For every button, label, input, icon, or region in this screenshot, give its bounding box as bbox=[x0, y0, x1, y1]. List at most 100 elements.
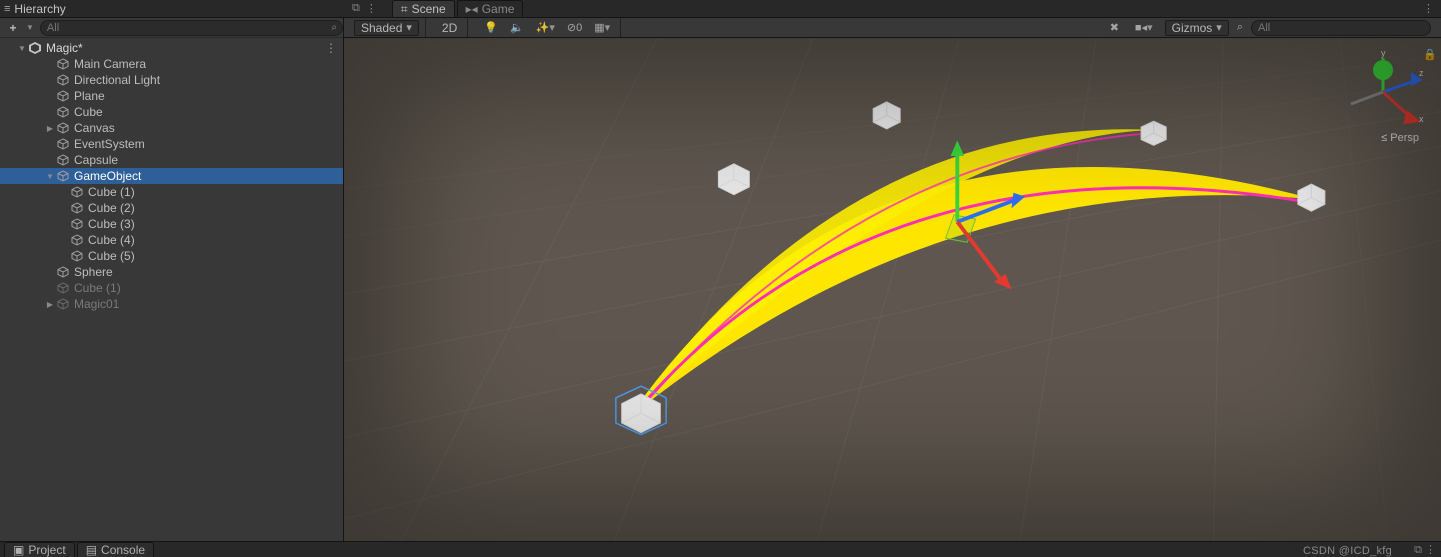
scene-search-input[interactable] bbox=[1251, 20, 1431, 36]
mode-2d-toggle[interactable]: 2D bbox=[438, 20, 461, 36]
gameobject-icon bbox=[56, 105, 70, 119]
gameobject-icon bbox=[56, 137, 70, 151]
gameobject-icon bbox=[56, 89, 70, 103]
expand-arrow-icon[interactable] bbox=[16, 43, 28, 53]
shaded-dropdown[interactable]: Shaded ▾ bbox=[354, 20, 419, 36]
lighting-toggle-icon[interactable]: 💡 bbox=[480, 20, 502, 36]
hierarchy-item-label: Cube bbox=[74, 105, 103, 119]
axis-y-label: y bbox=[1381, 50, 1386, 58]
hierarchy-item-label: Directional Light bbox=[74, 73, 160, 87]
game-icon: ▸◂ bbox=[466, 2, 478, 16]
hierarchy-row[interactable]: Cube (1) bbox=[0, 184, 343, 200]
hidden-count: 0 bbox=[576, 22, 582, 34]
grid-toggle-icon[interactable]: ▦▾ bbox=[590, 20, 614, 36]
create-button[interactable]: + bbox=[6, 21, 20, 35]
shaded-label: Shaded bbox=[361, 21, 402, 35]
hierarchy-tab[interactable]: ≡ Hierarchy bbox=[0, 0, 344, 17]
center-tabs: ⌗ Scene ▸◂ Game bbox=[386, 0, 1415, 17]
hierarchy-row[interactable]: Cube (1) bbox=[0, 280, 343, 296]
panel-popout-icon[interactable]: ⧉ bbox=[352, 2, 360, 15]
hierarchy-row[interactable]: Cube bbox=[0, 104, 343, 120]
gameobject-icon bbox=[56, 265, 70, 279]
hierarchy-row[interactable]: Magic01 bbox=[0, 296, 343, 312]
audio-toggle-icon[interactable]: 🔈 bbox=[506, 20, 528, 36]
hidden-objects-icon[interactable]: ⊘0 bbox=[563, 20, 586, 36]
hierarchy-tree[interactable]: Magic* ⋮Main CameraDirectional Light Plane… bbox=[0, 38, 343, 541]
panel-menu-icon[interactable]: ⋮ bbox=[366, 2, 376, 15]
hierarchy-item-label: Sphere bbox=[74, 265, 113, 279]
hierarchy-row[interactable]: Cube (5) bbox=[0, 248, 343, 264]
gameobject-icon bbox=[56, 153, 70, 167]
create-dropdown-icon[interactable]: ▼ bbox=[26, 23, 34, 32]
tab-project[interactable]: ▣ Project bbox=[4, 542, 75, 557]
hierarchy-row[interactable]: GameObject bbox=[0, 168, 343, 184]
hierarchy-item-label: EventSystem bbox=[74, 137, 145, 151]
lock-icon[interactable]: 🔒 bbox=[1423, 48, 1437, 61]
hierarchy-search-input[interactable] bbox=[40, 20, 343, 36]
hierarchy-row[interactable]: Sphere bbox=[0, 264, 343, 280]
hierarchy-item-label: Cube (2) bbox=[88, 201, 135, 215]
hierarchy-row[interactable]: EventSystem bbox=[0, 136, 343, 152]
expand-arrow-icon[interactable] bbox=[44, 171, 56, 181]
chevron-down-icon: ▾ bbox=[1147, 21, 1153, 34]
gameobject-icon bbox=[56, 57, 70, 71]
gameobject-icon bbox=[70, 201, 84, 215]
projection-label[interactable]: ≤ Persp bbox=[1381, 132, 1419, 144]
gizmos-dropdown[interactable]: Gizmos ▾ bbox=[1165, 20, 1229, 36]
tools-icon[interactable]: ✖ bbox=[1106, 20, 1123, 36]
hierarchy-item-label: GameObject bbox=[74, 169, 141, 183]
mode-2d-label: 2D bbox=[442, 21, 457, 35]
scene-name: Magic* bbox=[46, 41, 83, 55]
hierarchy-item-label: Cube (1) bbox=[74, 281, 121, 295]
gameobject-icon bbox=[70, 249, 84, 263]
panel-menu-icon[interactable]: ⋮ bbox=[1423, 2, 1433, 15]
watermark-text: CSDN @ICD_kfg bbox=[1303, 545, 1392, 557]
scene-world bbox=[344, 38, 1441, 541]
gameobject-icon bbox=[56, 169, 70, 183]
hierarchy-item-label: Magic01 bbox=[74, 297, 119, 311]
gameobject-icon bbox=[70, 233, 84, 247]
console-icon: ▤ bbox=[86, 543, 97, 557]
tab-console-label: Console bbox=[101, 543, 145, 557]
hierarchy-item-label: Cube (3) bbox=[88, 217, 135, 231]
hierarchy-row[interactable]: Capsule bbox=[0, 152, 343, 168]
chevron-down-icon: ▾ bbox=[549, 21, 555, 34]
hierarchy-row[interactable]: Cube (4) bbox=[0, 232, 343, 248]
hierarchy-item-label: Canvas bbox=[74, 121, 115, 135]
hierarchy-item-label: Plane bbox=[74, 89, 105, 103]
fx-toggle-icon[interactable]: ✨▾ bbox=[532, 20, 559, 36]
scene-menu-icon[interactable]: ⋮ bbox=[325, 41, 335, 55]
folder-icon: ▣ bbox=[13, 543, 24, 557]
hierarchy-row[interactable]: Cube (2) bbox=[0, 200, 343, 216]
expand-arrow-icon[interactable] bbox=[44, 299, 56, 309]
camera-icon[interactable]: ■◂▾ bbox=[1131, 20, 1157, 36]
gameobject-icon bbox=[70, 217, 84, 231]
expand-arrow-icon[interactable] bbox=[44, 123, 56, 133]
hierarchy-row[interactable]: Cube (3) bbox=[0, 216, 343, 232]
axis-x-label: x bbox=[1419, 114, 1424, 124]
hierarchy-item-label: Cube (4) bbox=[88, 233, 135, 247]
tab-scene[interactable]: ⌗ Scene bbox=[392, 0, 455, 17]
tab-console[interactable]: ▤ Console bbox=[77, 542, 154, 557]
hierarchy-row[interactable]: Canvas bbox=[0, 120, 343, 136]
axis-z-label: z bbox=[1419, 68, 1424, 78]
bottom-bar: ▣ Project ▤ Console CSDN @ICD_kfg ⧉ ⋮ bbox=[0, 541, 1441, 557]
hierarchy-row[interactable]: Plane bbox=[0, 88, 343, 104]
chevron-down-icon: ▾ bbox=[406, 21, 412, 34]
gizmos-label: Gizmos bbox=[1172, 21, 1213, 35]
scene-root-row[interactable]: Magic* ⋮ bbox=[0, 40, 343, 56]
orientation-gizmo[interactable]: y x z bbox=[1341, 50, 1425, 134]
hierarchy-dock-controls[interactable]: ⧉ ⋮ bbox=[344, 0, 386, 17]
gameobject-icon bbox=[56, 121, 70, 135]
persp-text: Persp bbox=[1390, 132, 1419, 144]
hierarchy-search-row: + ▼ ⌕ bbox=[0, 18, 343, 38]
hierarchy-item-label: Capsule bbox=[74, 153, 118, 167]
bottom-dock-controls[interactable]: ⧉ ⋮ bbox=[1414, 543, 1441, 557]
gameobject-icon bbox=[56, 73, 70, 87]
hierarchy-row[interactable]: Main Camera bbox=[0, 56, 343, 72]
hierarchy-row[interactable]: Directional Light bbox=[0, 72, 343, 88]
scene-dock-controls[interactable]: ⋮ bbox=[1415, 0, 1441, 17]
chevron-down-icon: ▾ bbox=[1216, 21, 1222, 34]
tab-game[interactable]: ▸◂ Game bbox=[457, 0, 524, 17]
scene-viewport[interactable]: y x z 🔒 ≤ Persp bbox=[344, 38, 1441, 541]
